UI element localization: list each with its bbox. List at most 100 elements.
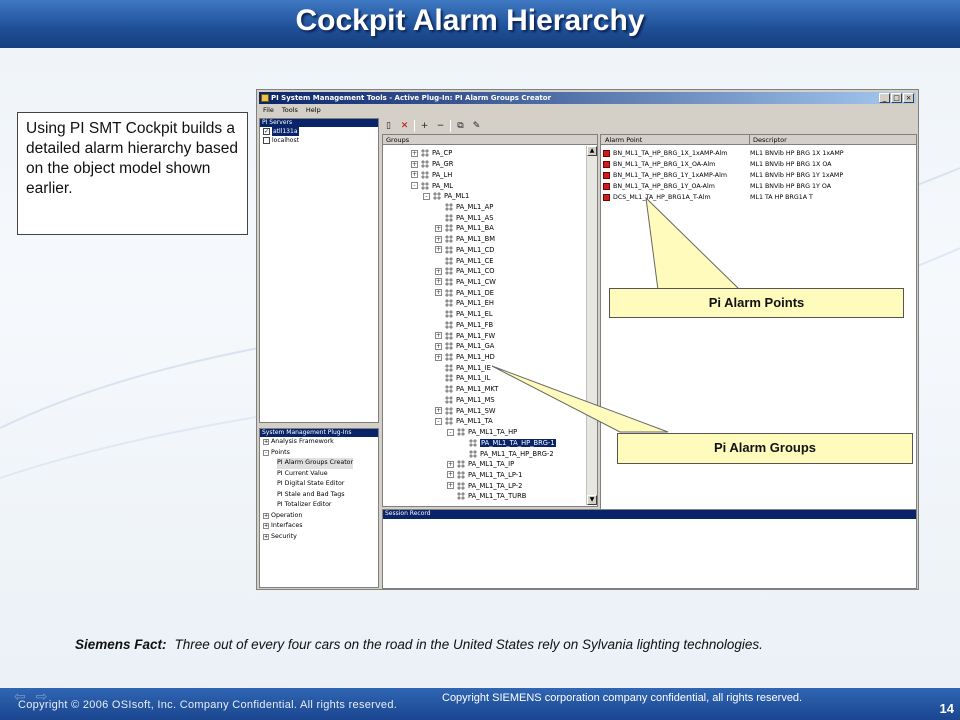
group-tree-item[interactable]: PA_ML1_AS [435, 212, 493, 223]
group-tree-item[interactable]: + PA_ML1_CW [435, 277, 496, 288]
group-tree-item[interactable]: PA_ML1_MS [435, 395, 495, 406]
server-item[interactable]: localhost [260, 136, 378, 145]
collapse-icon[interactable]: - [423, 192, 430, 200]
groups-scrollbar[interactable]: ▲ ▼ [586, 146, 597, 505]
group-tree-item[interactable]: PA_ML1_EL [435, 309, 493, 320]
plugin-item[interactable]: PI Alarm Groups Creator [260, 458, 378, 469]
group-tree-item[interactable]: + PA_ML1_CD [435, 244, 494, 255]
alarm-point-row[interactable]: BN_ML1_TA_HP_BRG_1Y_OA-Alm ML1 BNVib HP B… [603, 181, 915, 192]
expand-icon[interactable]: + [447, 482, 454, 490]
group-tree-item[interactable]: PA_ML1_CE [435, 255, 494, 266]
plugin-item[interactable]: + Security [260, 532, 378, 543]
group-label: PA_GR [432, 160, 454, 169]
group-tree-item[interactable]: + PA_LH [411, 169, 452, 180]
delete-icon[interactable]: ✕ [398, 120, 411, 133]
new-icon[interactable]: ▯ [382, 120, 395, 133]
group-tree-item[interactable]: PA_ML1_EH [435, 298, 494, 309]
expand-icon[interactable]: + [435, 246, 442, 254]
group-tree-item[interactable]: + PA_ML1_BM [435, 234, 495, 245]
expand-icon[interactable]: + [435, 224, 442, 232]
group-tree-item[interactable]: PA_ML1_IL [435, 373, 490, 384]
group-tree-item[interactable]: + PA_CP [411, 148, 452, 159]
expand-icon[interactable]: + [435, 267, 442, 275]
expand-icon[interactable]: + [411, 171, 418, 179]
column-alarm-point[interactable]: Alarm Point [605, 135, 642, 145]
collapse-icon[interactable]: - [435, 417, 442, 425]
copy-icon[interactable]: ⧉ [454, 120, 467, 133]
expand-icon[interactable]: + [263, 439, 269, 446]
scroll-down-icon[interactable]: ▼ [587, 495, 597, 505]
group-tree-item[interactable]: + PA_ML1_TA_LP-2 [447, 480, 522, 491]
plugin-item[interactable]: PI Stale and Bad Tags [260, 490, 378, 501]
group-tree-item[interactable]: - PA_ML1 [423, 191, 469, 202]
collapse-icon[interactable]: - [411, 182, 418, 189]
session-record-header: Session Record [383, 510, 916, 519]
expand-icon[interactable]: + [435, 342, 442, 350]
expand-icon[interactable]: + [263, 533, 269, 540]
column-descriptor[interactable]: Descriptor [749, 135, 787, 145]
group-tree-item[interactable]: PA_ML1_TA_HP_BRG-1 [459, 437, 556, 448]
maximize-button[interactable]: □ [891, 93, 902, 103]
menu-file[interactable]: File [263, 105, 274, 116]
collapse-icon[interactable]: - [263, 449, 269, 456]
alarm-point-row[interactable]: DCS_ML1_TA_HP_BRG1A_T-Alm ML1 TA HP BRG1A… [603, 192, 915, 203]
alarm-group-icon [421, 181, 429, 190]
group-tree-item[interactable]: PA_ML1_TA_TURB [447, 491, 526, 502]
plugin-item[interactable]: + Interfaces [260, 521, 378, 532]
minimize-button[interactable]: _ [879, 93, 890, 103]
expand-icon[interactable]: + [411, 149, 418, 157]
close-button[interactable]: × [903, 93, 914, 103]
menu-tools[interactable]: Tools [282, 105, 298, 116]
group-tree-item[interactable]: + PA_ML1_GA [435, 341, 494, 352]
checkbox[interactable] [263, 137, 270, 144]
group-tree-item[interactable]: PA_ML1_IE [435, 362, 491, 373]
expand-icon[interactable]: + [447, 471, 454, 479]
plugin-item[interactable]: PI Digital State Editor [260, 479, 378, 490]
alarm-point-row[interactable]: BN_ML1_TA_HP_BRG_1Y_1xAMP-Alm ML1 BNVib H… [603, 170, 915, 181]
window-titlebar[interactable]: PI System Management Tools - Active Plug… [259, 92, 916, 104]
plugin-item[interactable]: - Points [260, 448, 378, 459]
group-tree-item[interactable]: PA_ML1_FB [435, 320, 493, 331]
group-tree-item[interactable]: + PA_ML1_BA [435, 223, 494, 234]
remove-icon[interactable]: − [434, 120, 447, 133]
expand-icon[interactable]: + [435, 407, 442, 415]
expand-icon[interactable]: + [447, 460, 454, 468]
expand-icon[interactable]: + [411, 160, 418, 168]
plugin-item[interactable]: PI Totalizer Editor [260, 500, 378, 511]
expand-icon[interactable]: + [435, 235, 442, 243]
expand-icon[interactable]: + [435, 353, 442, 361]
expand-icon[interactable]: + [435, 278, 442, 286]
group-tree-item[interactable]: PA_ML1_TA_HP_BRG-2 [459, 448, 554, 459]
group-tree-item[interactable]: PA_ML1_AP [435, 202, 493, 213]
collapse-icon[interactable]: - [447, 428, 454, 436]
group-tree-item[interactable]: + PA_ML1_HD [435, 352, 495, 363]
alarm-icon [603, 194, 610, 201]
fact-label: Siemens Fact: [75, 637, 167, 652]
expand-icon[interactable]: + [435, 289, 442, 297]
group-tree-item[interactable]: + PA_ML1_TA_LP-1 [447, 470, 522, 481]
group-tree-item[interactable]: + PA_ML1_SW [435, 405, 495, 416]
add-icon[interactable]: + [418, 120, 431, 133]
group-tree-item[interactable]: PA_ML1_MKT [435, 384, 498, 395]
alarm-point-row[interactable]: BN_ML1_TA_HP_BRG_1X_OA-Alm ML1 BNVib HP B… [603, 159, 915, 170]
alarm-point-row[interactable]: BN_ML1_TA_HP_BRG_1X_1xAMP-Alm ML1 BNVib H… [603, 148, 915, 159]
plugin-item[interactable]: + Operation [260, 511, 378, 522]
group-tree-item[interactable]: + PA_GR [411, 159, 453, 170]
group-tree-item[interactable]: + PA_ML1_FW [435, 330, 495, 341]
server-item[interactable]: ✓ atll131a [260, 127, 378, 136]
plugin-item[interactable]: + Analysis Framework [260, 437, 378, 448]
group-tree-item[interactable]: + PA_ML1_CO [435, 266, 495, 277]
group-tree-item[interactable]: + PA_ML1_DE [435, 287, 494, 298]
expand-icon[interactable]: + [263, 512, 269, 519]
menu-help[interactable]: Help [306, 105, 321, 116]
scroll-up-icon[interactable]: ▲ [587, 146, 597, 156]
group-tree-item[interactable]: - PA_ML1_TA_HP [447, 427, 517, 438]
group-tree-item[interactable]: + PA_ML1_TA_IP [447, 459, 514, 470]
properties-icon[interactable]: ✎ [470, 120, 483, 133]
expand-icon[interactable]: + [263, 523, 269, 530]
plugin-item[interactable]: PI Current Value [260, 469, 378, 480]
group-tree-item[interactable]: - PA_ML1_TA [435, 416, 493, 427]
expand-icon[interactable]: + [435, 332, 442, 340]
checkbox[interactable]: ✓ [263, 128, 270, 135]
group-tree-item[interactable]: - PA_ML [411, 180, 453, 191]
